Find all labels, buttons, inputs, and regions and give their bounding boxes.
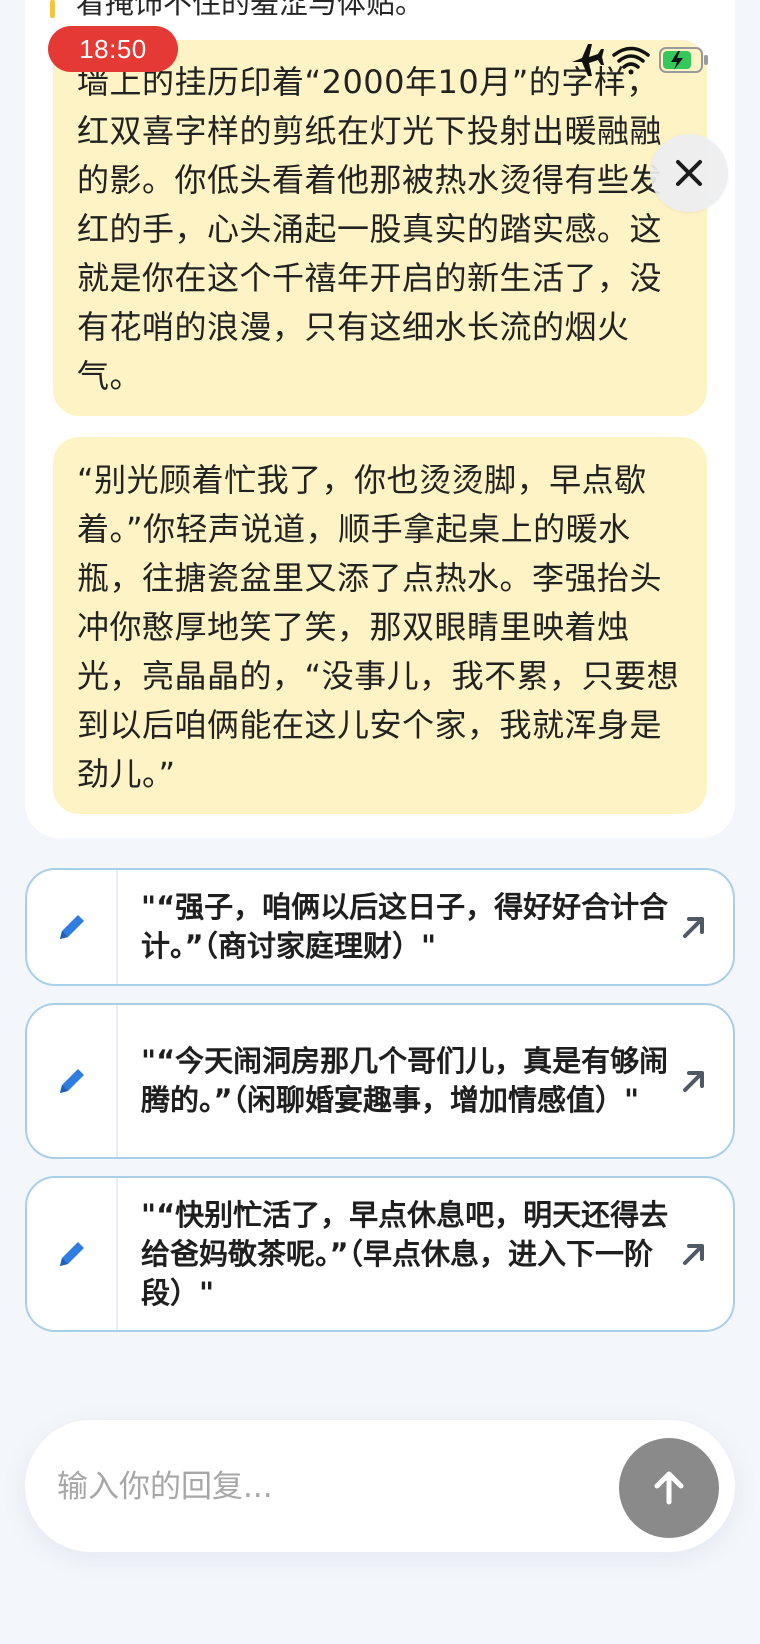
- arrow-up-icon: [654, 1471, 684, 1505]
- story-text-fragment: 看掩饰不住的羞涩与体贴。: [76, 0, 425, 20]
- reply-input[interactable]: [55, 1456, 579, 1518]
- reply-option-2[interactable]: "“今天闹洞房那几个哥们儿，真是有够闹腾的。”（闲聊婚宴趣事，增加情感值）": [25, 1003, 735, 1159]
- battery-icon: [659, 47, 708, 73]
- quote-accent-bar: [50, 0, 55, 18]
- reply-option-3[interactable]: "“快别忙活了，早点休息吧，明天还得去给爸妈敬茶呢。”（早点休息，进入下一阶段）…: [25, 1176, 735, 1332]
- arrow-up-right-icon: [683, 1071, 704, 1092]
- close-icon: [676, 160, 702, 186]
- status-icons-svg: [572, 44, 708, 76]
- reply-option-text: "“快别忙活了，早点休息吧，明天还得去给爸妈敬茶呢。”（早点休息，进入下一阶段）…: [141, 1197, 669, 1310]
- arrow-up-right-icon: [683, 1244, 704, 1265]
- edit-option-button[interactable]: [27, 1005, 118, 1157]
- wifi-icon: [612, 46, 650, 75]
- arrow-up-right-icon: [683, 917, 704, 938]
- airplane-icon: [572, 44, 604, 76]
- story-paragraph-2: “别光顾着忙我了，你也烫烫脚，早点歇着。”你轻声说道，顺手拿起桌上的暖水瓶，往搪…: [53, 437, 707, 814]
- status-icons: [568, 40, 728, 80]
- reply-composer: [25, 1420, 735, 1552]
- reply-option-1[interactable]: "“强子，咱俩以后这日子，得好好合计合计。”（商讨家庭理财）": [25, 868, 735, 986]
- reply-option-text: "“强子，咱俩以后这日子，得好好合计合计。”（商讨家庭理财）": [141, 890, 669, 963]
- status-time: 18:50: [48, 26, 178, 72]
- story-paragraph-1: 墙上的挂历印着“2000年10月”的字样，红双喜字样的剪纸在灯光下投射出暖融融的…: [53, 40, 707, 416]
- edit-option-button[interactable]: [27, 870, 118, 984]
- pencil-icon: [59, 915, 84, 939]
- pencil-icon: [59, 1242, 84, 1266]
- close-button[interactable]: [650, 134, 728, 212]
- edit-option-button[interactable]: [27, 1178, 118, 1330]
- pencil-icon: [59, 1069, 84, 1093]
- send-button[interactable]: [619, 1438, 719, 1538]
- reply-option-text: "“今天闹洞房那几个哥们儿，真是有够闹腾的。”（闲聊婚宴趣事，增加情感值）": [141, 1044, 669, 1117]
